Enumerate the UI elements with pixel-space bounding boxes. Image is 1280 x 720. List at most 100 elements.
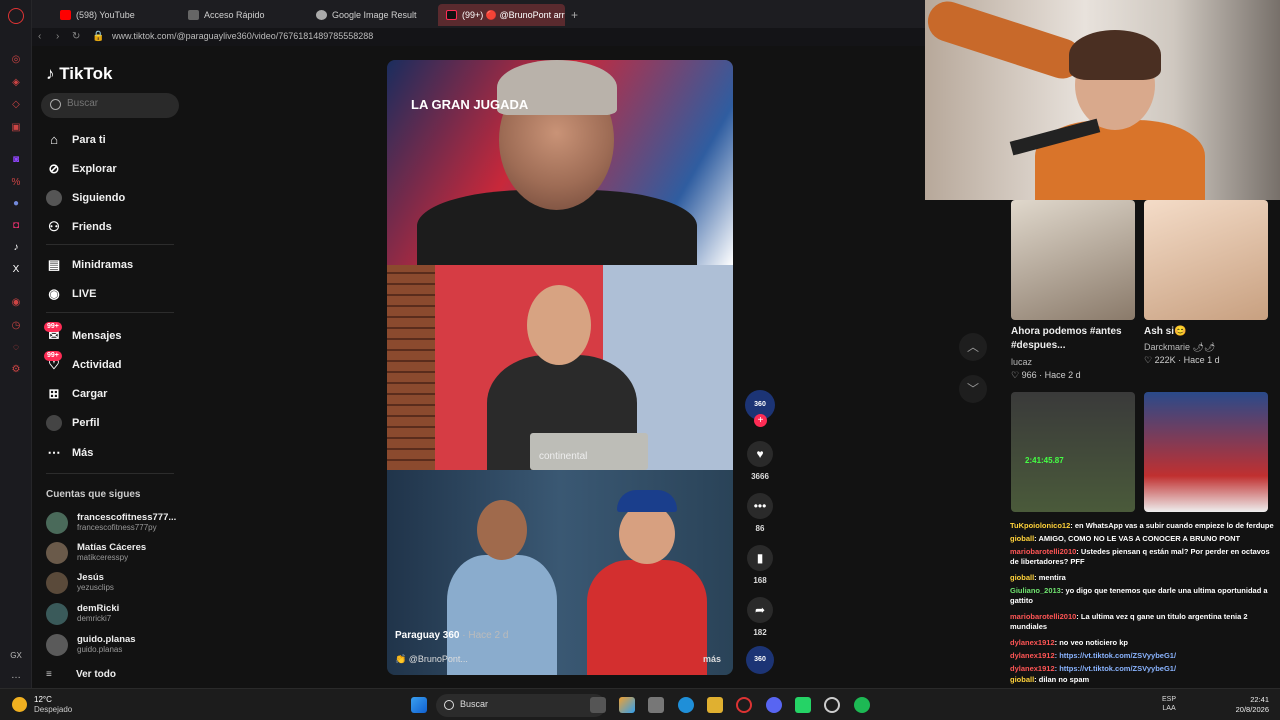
sidebar-app-icon[interactable]: ◌ (8, 340, 24, 356)
nav-label: Mensajes (72, 330, 122, 342)
copilot-icon[interactable] (619, 697, 635, 713)
forward-icon[interactable]: › (56, 31, 59, 42)
sound-avatar[interactable]: 360 (746, 646, 774, 674)
sidebar-app-icon[interactable]: ◇ (8, 97, 24, 113)
speed-dial-icon[interactable]: ◎ (8, 52, 24, 68)
nav-siguiendo[interactable]: Siguiendo (46, 187, 186, 209)
sidebar-app-icon[interactable]: ▣ (8, 120, 24, 136)
nav-label: Cargar (72, 388, 108, 400)
opera-gx-icon[interactable] (736, 697, 752, 713)
time: 22:41 (1250, 695, 1269, 704)
nav-perfil[interactable]: Perfil (46, 412, 186, 434)
obs-icon[interactable] (824, 697, 840, 713)
see-all-button[interactable]: ≡ Ver todo (46, 669, 116, 680)
video-title[interactable]: Ash si😊 (1144, 325, 1268, 339)
video-thumbnail[interactable] (1144, 200, 1268, 320)
chat-message: TuKpoiolonico12: en WhatsApp vas a subir… (1010, 521, 1280, 531)
nav-cargar[interactable]: ⊞ Cargar (46, 383, 186, 405)
tiktok-logo[interactable]: ♪ TikTok (46, 64, 112, 84)
share-action[interactable]: ➦ 182 (746, 597, 774, 637)
follow-plus-button[interactable]: + (754, 414, 767, 427)
history-icon[interactable]: ◷ (8, 318, 24, 334)
video-thumbnail[interactable]: 2:41:45.87 (1011, 392, 1135, 512)
mention-link[interactable]: @BrunoPont... (409, 654, 468, 664)
clock[interactable]: 22:41 20/8/2026 (1225, 695, 1269, 715)
account-name: demRicki (77, 603, 120, 614)
nav-explorar[interactable]: ⊘ Explorar (46, 158, 186, 180)
nav-live[interactable]: ◉ LIVE (46, 283, 186, 305)
file-explorer-icon[interactable] (707, 697, 723, 713)
previous-video-button[interactable]: ︿ (959, 333, 987, 361)
following-item[interactable]: francescofitness777... francescofitness77… (46, 510, 186, 536)
tab-tiktok[interactable]: (99+) 🔴 @BrunoPont arre (438, 4, 565, 26)
video-author[interactable]: Darckmarie 🌶🌶 (1144, 342, 1215, 353)
next-video-button[interactable]: ﹀ (959, 375, 987, 403)
spotify-icon[interactable] (854, 697, 870, 713)
back-icon[interactable]: ‹ (38, 31, 41, 42)
video-author[interactable]: lucaz (1011, 357, 1032, 367)
video-stats: ♡ 222K · Hace 1 d (1144, 355, 1220, 365)
like-action[interactable]: ♥ 3666 (746, 441, 774, 481)
weather-widget[interactable]: 12°C Despejado (12, 694, 92, 716)
search-box[interactable] (41, 93, 179, 118)
video-player[interactable]: LA GRAN JUGADA continental Paraguay 360 … (387, 60, 733, 675)
chat-text: : AMIGO, COMO NO LE VAS A CONOCER A BRUN… (1034, 534, 1241, 543)
video-title[interactable]: Ahora podemos #antes #despues... (1011, 325, 1135, 353)
tab-google-image[interactable]: Google Image Result (308, 4, 433, 26)
chat-text: : dilan no spam (1034, 675, 1090, 684)
search-input[interactable] (67, 98, 167, 109)
windows-start-icon[interactable] (411, 697, 427, 713)
url-field[interactable]: www.tiktok.com/@paraguaylive360/video/76… (112, 31, 373, 41)
tab-acceso-rapido[interactable]: Acceso Rápido (180, 4, 305, 26)
video-author[interactable]: Paraguay 360 (395, 630, 460, 641)
nav-para-ti[interactable]: ⌂ Para ti (46, 129, 186, 151)
nav-mas[interactable]: ⋯ Más (46, 442, 186, 464)
chat-user: dylanex1912 (1010, 651, 1055, 660)
person-figure (922, 0, 1088, 84)
tiktok-icon[interactable]: ♪ (8, 240, 24, 256)
x-icon[interactable]: X (8, 262, 24, 278)
sidebar-app-icon[interactable]: ◉ (8, 295, 24, 311)
bookmark-icon[interactable]: ▮ (747, 545, 773, 571)
more-icon[interactable]: … (8, 668, 24, 684)
share-icon[interactable]: ➦ (747, 597, 773, 623)
video-author-line[interactable]: Paraguay 360 · Hace 2 d (395, 630, 508, 641)
comment-icon[interactable]: ••• (747, 493, 773, 519)
avatar (46, 572, 68, 594)
store-icon[interactable] (648, 697, 664, 713)
new-tab-button[interactable]: + (567, 4, 583, 26)
comment-action[interactable]: ••• 86 (746, 493, 774, 533)
language-indicator[interactable]: ESP LAA (1162, 695, 1176, 713)
reload-icon[interactable]: ↻ (72, 31, 80, 42)
following-item[interactable]: guido.planas guido.planas (46, 632, 186, 658)
notification-badge: 99+ (44, 351, 62, 361)
whatsapp-icon[interactable] (795, 697, 811, 713)
task-view-icon[interactable] (590, 697, 606, 713)
video-caption[interactable]: 👏 @BrunoPont... (395, 654, 468, 665)
discord-icon[interactable]: ● (8, 196, 24, 212)
gx-icon[interactable]: GX (8, 648, 24, 664)
nav-mensajes[interactable]: ✉ 99+ Mensajes (44, 322, 186, 347)
edge-icon[interactable] (678, 697, 694, 713)
more-caption-button[interactable]: más (703, 654, 721, 664)
video-thumbnail[interactable] (1144, 392, 1268, 512)
nav-friends[interactable]: ⚇ Friends (46, 216, 186, 238)
taskbar-search[interactable]: Buscar (436, 694, 606, 717)
sidebar-app-icon[interactable]: ◈ (8, 75, 24, 91)
following-item[interactable]: Jesús yezusclips (46, 570, 186, 596)
heart-icon[interactable]: ♥ (747, 441, 773, 467)
video-thumbnail[interactable] (1011, 200, 1135, 320)
opera-logo-icon[interactable] (8, 8, 24, 24)
save-action[interactable]: ▮ 168 (746, 545, 774, 585)
instagram-icon[interactable]: ◘ (8, 218, 24, 234)
sidebar-app-icon[interactable]: % (8, 175, 24, 191)
nav-actividad[interactable]: ♡ 99+ Actividad (44, 351, 186, 376)
tab-youtube[interactable]: (598) YouTube (52, 4, 177, 26)
twitch-icon[interactable]: ◙ (8, 152, 24, 168)
following-item[interactable]: demRicki demricki7 (46, 601, 186, 627)
following-item[interactable]: Matías Cáceres matikceresspy (46, 540, 186, 566)
see-all-label: Ver todo (76, 669, 117, 680)
nav-minidramas[interactable]: ▤ Minidramas (46, 254, 186, 276)
settings-icon[interactable]: ⚙ (8, 362, 24, 378)
discord-icon[interactable] (766, 697, 782, 713)
